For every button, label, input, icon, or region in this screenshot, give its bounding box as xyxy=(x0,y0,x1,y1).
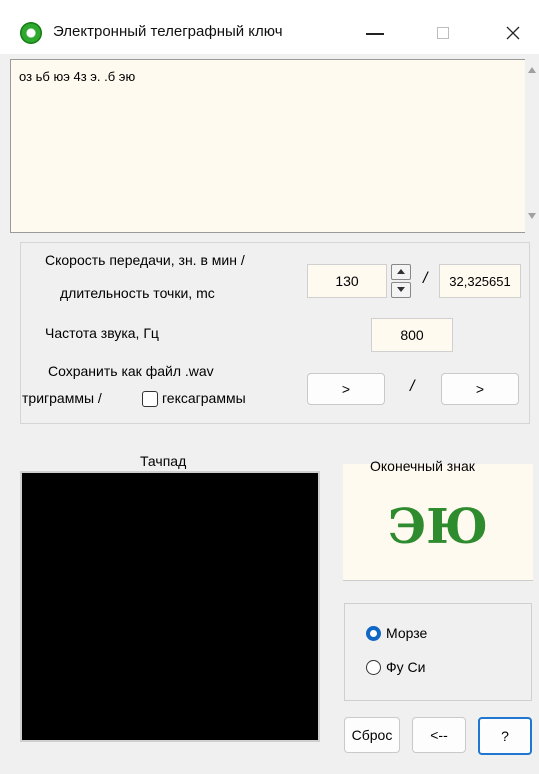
freq-label: Частота звука, Гц xyxy=(45,325,159,341)
speed-input[interactable]: 130 xyxy=(307,264,387,298)
spin-down-icon[interactable] xyxy=(391,282,411,298)
maximize-button[interactable] xyxy=(420,12,466,48)
close-icon xyxy=(506,26,520,40)
backspace-button[interactable]: <-- xyxy=(412,717,466,753)
save-label-trigrams: триграммы / xyxy=(22,390,102,406)
app-logo-icon xyxy=(20,22,42,44)
speed-label-line1: Скорость передачи, зн. в мин / xyxy=(45,252,245,268)
save-label-line1: Сохранить как файл .wav xyxy=(48,363,214,379)
reset-button[interactable]: Сброс xyxy=(344,717,400,753)
scroll-down-arrow-icon[interactable] xyxy=(528,213,536,219)
morse-radio-label[interactable]: Морзе xyxy=(386,625,427,641)
speed-spinner[interactable] xyxy=(391,264,411,298)
hexagram-checkbox[interactable] xyxy=(142,391,158,407)
spin-up-icon[interactable] xyxy=(391,264,411,280)
text-area-scrollbar[interactable] xyxy=(525,59,539,233)
speed-label-line2: длительность точки, mc xyxy=(60,285,215,301)
end-sign-label: Оконечный знак xyxy=(370,458,475,474)
close-button[interactable] xyxy=(490,12,536,48)
hexagram-label: гексаграммы xyxy=(162,390,246,406)
save-hexagram-wav-button[interactable]: > xyxy=(441,373,519,405)
dot-duration-input[interactable]: 32,325651 xyxy=(439,264,521,298)
touchpad-area[interactable] xyxy=(20,471,320,742)
morse-radio[interactable] xyxy=(366,626,381,641)
end-sign-display: ЭЮ xyxy=(343,464,533,581)
title-bar[interactable]: Электронный телеграфный ключ xyxy=(0,0,539,54)
end-sign-value: ЭЮ xyxy=(388,499,488,555)
fuxi-radio-label[interactable]: Фу Си xyxy=(386,659,425,675)
main-window: Электронный телеграфный ключ оз ьб юэ 4з… xyxy=(0,0,539,774)
message-text-area[interactable]: оз ьб юэ 4з э. .б эю xyxy=(10,59,526,233)
fuxi-radio[interactable] xyxy=(366,660,381,675)
mode-group xyxy=(344,603,532,701)
speed-slash: / xyxy=(423,270,428,287)
help-button[interactable]: ? xyxy=(478,717,532,755)
save-slash: / xyxy=(410,378,415,395)
message-text: оз ьб юэ 4з э. .б эю xyxy=(19,69,136,84)
minimize-button[interactable] xyxy=(352,12,398,48)
save-trigram-wav-button[interactable]: > xyxy=(307,373,385,405)
touchpad-label: Тачпад xyxy=(140,453,187,469)
frequency-input[interactable]: 800 xyxy=(371,318,453,352)
scroll-up-arrow-icon[interactable] xyxy=(528,67,536,73)
window-title: Электронный телеграфный ключ xyxy=(53,23,283,40)
